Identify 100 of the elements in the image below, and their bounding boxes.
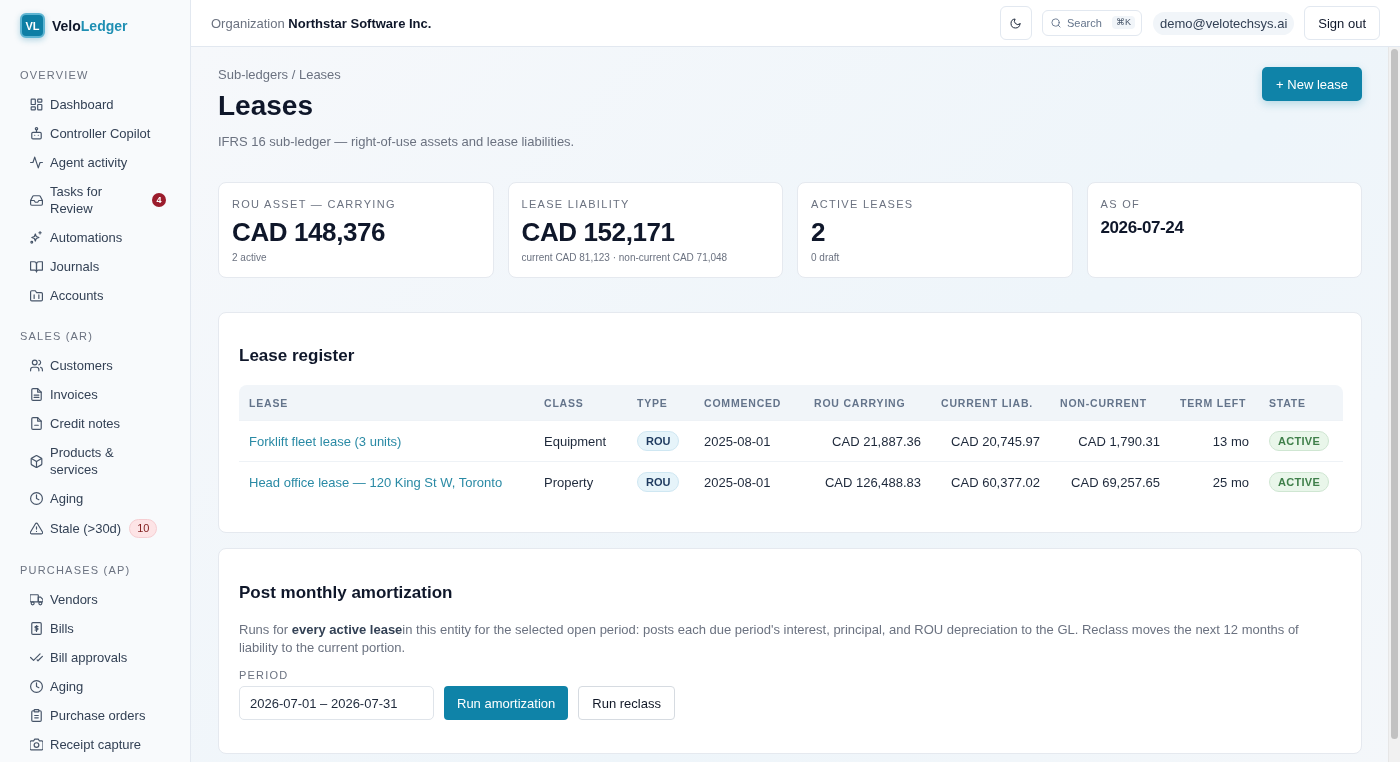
table-cell: CAD 1,790.31 [1050, 420, 1170, 461]
clock-icon [30, 680, 43, 693]
double-check-icon [30, 651, 43, 664]
page-subtitle: IFRS 16 sub-ledger — right-of-use assets and lease liabilities. [218, 133, 576, 151]
nav-item[interactable]: Products & services [22, 438, 174, 484]
table-cell: 25 mo [1170, 461, 1259, 502]
nav-item[interactable]: Agent activity [22, 148, 174, 177]
nav-item[interactable]: Bill approvals [22, 643, 174, 672]
table-cell: CAD 21,887.36 [804, 420, 931, 461]
column-header: COMMENCED [694, 385, 804, 420]
folder-icon [30, 289, 43, 302]
stat-note: 0 draft [811, 252, 841, 264]
organization-label: Organization Northstar Software Inc. [211, 15, 432, 31]
column-header: LEASE [239, 385, 534, 420]
box-icon [30, 454, 43, 468]
nav-item[interactable]: Tasks for Review 4 [22, 177, 174, 223]
column-header: TYPE [627, 385, 694, 420]
open-book-icon [30, 260, 43, 273]
table-cell: Equipment [534, 420, 627, 461]
sidebar-section-title: SALES (AR) [19, 329, 95, 343]
status-tag: ACTIVE [1269, 431, 1330, 451]
stat-value: CAD 148,376 [232, 217, 387, 247]
stat-label: LEASE LIABILITY [521, 197, 631, 211]
stat-value: CAD 152,171 [521, 217, 676, 247]
table-cell: 2025-08-01 [694, 461, 804, 502]
search-icon [1050, 18, 1061, 28]
type-tag: ROU [637, 472, 680, 492]
column-header: NON-CURRENT [1050, 385, 1170, 420]
lease-link[interactable]: Forklift fleet lease (3 units) [249, 433, 402, 449]
nav-item[interactable]: Bills [22, 614, 174, 643]
brand-name: VeloLedger [52, 17, 128, 34]
stat-label: AS OF [1100, 197, 1141, 211]
count-badge: 4 [152, 193, 166, 207]
logo-tile: VL [20, 13, 45, 38]
sparkles-icon [30, 231, 43, 244]
column-header: ROU CARRYING [804, 385, 931, 420]
field-label: PERIOD [239, 668, 290, 682]
stat-value: 2026-07-24 [1100, 217, 1185, 239]
period-input[interactable]: 2026-07-01 – 2026-07-31 [239, 686, 434, 720]
section-title: Lease register [239, 345, 356, 367]
scrollbar-thumb[interactable] [1391, 49, 1398, 739]
user-email: demo@velotechsys.ai [1152, 11, 1295, 35]
column-header: STATE [1259, 385, 1343, 420]
nav-item[interactable]: Vendors [22, 585, 174, 614]
stat-note: current CAD 81,123 · non-current CAD 71,048 [521, 252, 729, 264]
stat-label: ACTIVE LEASES [811, 197, 915, 211]
dollar-receipt-icon [30, 622, 43, 635]
document-icon [30, 417, 43, 430]
scrollbar-track[interactable] [1388, 47, 1400, 762]
shortcut-hint: ⌘K [1111, 16, 1135, 29]
lease-link[interactable]: Head office lease — 120 King St W, Toronto [249, 474, 503, 490]
stat-note: 2 active [232, 252, 268, 264]
users-icon [30, 359, 43, 372]
nav-item[interactable]: Controller Copilot [22, 119, 174, 148]
stat-value: 2 [811, 217, 827, 247]
run-amortization-button[interactable]: Run amortization [444, 686, 569, 720]
nav-item[interactable]: Customers [22, 351, 174, 380]
nav-item[interactable]: Receipt capture [22, 730, 174, 759]
clipboard-icon [30, 709, 43, 722]
sign-out-button[interactable]: Sign out [1304, 6, 1380, 40]
pulse-line-icon [30, 156, 43, 169]
nav-item[interactable]: Aging [22, 484, 174, 513]
nav-item[interactable]: Aging [22, 672, 174, 701]
run-reclass-button[interactable]: Run reclass [578, 686, 675, 720]
description-text: Runs for every active leasein this entity for the selected open period: posts each due period's interest, principal, and ROU depreciation to the GL. Reclass moves the next 12 months of liability to the current portion. [239, 621, 1300, 657]
warning-icon [30, 522, 43, 535]
table-cell: 13 mo [1170, 420, 1259, 461]
status-tag: ACTIVE [1269, 472, 1330, 492]
section-title: Post monthly amortization [239, 582, 454, 604]
moon-icon [1010, 17, 1022, 29]
table-cell: 2025-08-01 [694, 420, 804, 461]
inbox-icon [30, 193, 43, 207]
column-header: TERM LEFT [1170, 385, 1259, 420]
nav-item[interactable]: Dashboard [22, 90, 174, 119]
type-tag: ROU [637, 431, 680, 451]
nav-item[interactable]: Stale (>30d) 10 [22, 513, 174, 544]
breadcrumb: Sub-ledgers / Leases [218, 67, 342, 83]
theme-toggle-button[interactable] [999, 6, 1032, 40]
table-cell: CAD 126,488.83 [804, 461, 931, 502]
table-cell: CAD 69,257.65 [1050, 461, 1170, 502]
sidebar-section-title: PURCHASES (AP) [19, 563, 132, 577]
sidebar-section-title: OVERVIEW [19, 68, 90, 82]
robot-icon [30, 127, 43, 140]
camera-icon [30, 738, 43, 751]
clock-icon [30, 492, 43, 505]
new-lease-button[interactable]: + New lease [1262, 67, 1362, 101]
page-title: Leases [218, 90, 314, 122]
nav-item[interactable]: Automations [22, 223, 174, 252]
grid-icon [30, 98, 43, 111]
truck-icon [30, 593, 43, 606]
table-cell: CAD 20,745.97 [931, 420, 1050, 461]
count-badge: 10 [129, 519, 158, 538]
nav-item[interactable]: Credit notes [22, 409, 174, 438]
stat-label: ROU ASSET — CARRYING [232, 197, 397, 211]
table-cell: Property [534, 461, 627, 502]
table-cell: CAD 60,377.02 [931, 461, 1050, 502]
nav-item[interactable]: Journals [22, 252, 174, 281]
nav-item[interactable]: Invoices [22, 380, 174, 409]
nav-item[interactable]: Purchase orders [22, 701, 174, 730]
nav-item[interactable]: Accounts [22, 281, 174, 310]
